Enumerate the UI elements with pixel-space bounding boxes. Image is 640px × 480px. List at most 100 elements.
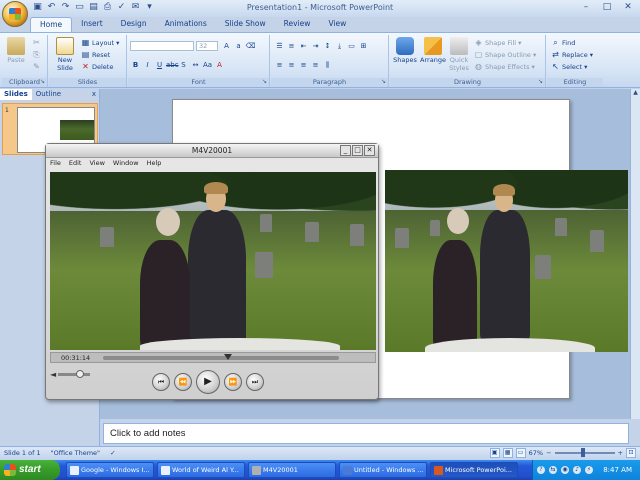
taskbar-button[interactable]: M4V20001 (248, 462, 336, 478)
slide-picture[interactable] (385, 170, 628, 352)
copy-button[interactable]: ⎘ (32, 50, 41, 59)
tab-animations[interactable]: Animations (156, 17, 216, 32)
qt-close-button[interactable]: ✕ (364, 145, 375, 156)
increase-indent-icon[interactable]: ⇥ (310, 41, 321, 51)
italic-icon[interactable]: I (142, 60, 153, 70)
shrink-font-icon[interactable]: a (233, 41, 244, 51)
qt-playhead[interactable] (224, 354, 233, 360)
select-button[interactable]: ↖ Select ▾ (551, 62, 587, 71)
replace-button[interactable]: ⇄ Replace ▾ (551, 50, 593, 59)
zoom-slider[interactable] (554, 448, 615, 457)
zoom-in-icon[interactable]: + (618, 449, 623, 457)
spelling-status-icon[interactable]: ✓ (110, 449, 115, 457)
fast-forward-button[interactable]: ⏩ (224, 373, 242, 391)
font-name-field[interactable] (130, 41, 194, 51)
dialog-launcher-icon[interactable]: ↘ (381, 78, 386, 85)
qt-timeline[interactable]: 00:31:14 (50, 352, 376, 363)
columns-icon[interactable]: ⫼ (322, 60, 333, 70)
shape-effects-button[interactable]: ◍ Shape Effects ▾ (474, 62, 535, 71)
shape-fill-button[interactable]: ◈ Shape Fill ▾ (474, 38, 521, 47)
quick-styles-button[interactable]: Quick Styles (448, 37, 470, 72)
video-frame[interactable] (50, 172, 376, 350)
taskbar-button[interactable]: World of Weird Al Y... (157, 462, 245, 478)
shadow-icon[interactable]: S (178, 60, 189, 70)
volume-knob[interactable] (76, 370, 85, 378)
font-size-field[interactable]: 32 (196, 41, 218, 51)
qt-menu-edit[interactable]: Edit (69, 158, 82, 169)
maximize-button[interactable]: □ (597, 1, 617, 14)
notes-field[interactable]: Click to add notes (103, 423, 629, 444)
qt-menu-window[interactable]: Window (113, 158, 139, 169)
dialog-launcher-icon[interactable]: ↘ (538, 78, 543, 85)
go-to-start-button[interactable]: ⏮ (152, 373, 170, 391)
shapes-button[interactable]: Shapes (393, 37, 417, 64)
rewind-button[interactable]: ⏪ (174, 373, 192, 391)
paste-button[interactable]: Paste (5, 37, 27, 64)
tab-slide-show[interactable]: Slide Show (216, 17, 275, 32)
delete-button[interactable]: ✕ Delete (81, 62, 113, 71)
slide-sorter-icon[interactable]: ▦ (502, 448, 513, 458)
zoom-out-icon[interactable]: − (546, 449, 551, 457)
zoom-knob[interactable] (580, 448, 585, 457)
align-text-icon[interactable]: ▭ (346, 41, 357, 51)
zoom-level[interactable]: 67% (529, 449, 543, 457)
tab-view[interactable]: View (319, 17, 355, 32)
taskbar-button[interactable]: Untitled - Windows ... (339, 462, 427, 478)
qt-scrub-track[interactable] (103, 354, 339, 360)
character-spacing-icon[interactable]: ↔ (190, 60, 201, 70)
bullets-icon[interactable]: ☰ (274, 41, 285, 51)
change-case-icon[interactable]: Aa (202, 60, 213, 70)
normal-view-icon[interactable]: ▣ (489, 448, 500, 458)
taskbar-button[interactable]: Google - Windows I... (66, 462, 154, 478)
qt-menu-file[interactable]: File (50, 158, 61, 169)
arrange-button[interactable]: Arrange (420, 37, 446, 64)
taskbar-button[interactable]: Microsoft PowerPoi... (430, 462, 518, 478)
justify-icon[interactable]: ≡ (310, 60, 321, 70)
vertical-scrollbar[interactable]: ▲ (630, 89, 640, 419)
line-spacing-icon[interactable]: ↕ (322, 41, 333, 51)
find-button[interactable]: ⌕ Find (551, 38, 575, 47)
decrease-indent-icon[interactable]: ⇤ (298, 41, 309, 51)
tab-home[interactable]: Home (30, 17, 73, 32)
qt-menu-view[interactable]: View (89, 158, 104, 169)
smartart-icon[interactable]: ⊞ (358, 41, 369, 51)
clear-formatting-icon[interactable]: ⌫ (245, 41, 256, 51)
tab-insert[interactable]: Insert (72, 17, 112, 32)
close-button[interactable]: ✕ (618, 1, 638, 14)
qt-minimize-button[interactable]: _ (340, 145, 351, 156)
network-icon[interactable]: ⇆ (549, 466, 557, 474)
volume-slider[interactable] (58, 370, 91, 378)
security-icon[interactable]: ◉ (561, 466, 569, 474)
close-pane-icon[interactable]: x (92, 90, 96, 98)
volume-icon[interactable]: ♪ (573, 466, 581, 474)
slide-show-icon[interactable]: ▭ (515, 448, 526, 458)
center-icon[interactable]: ≡ (286, 60, 297, 70)
align-left-icon[interactable]: ≡ (274, 60, 285, 70)
tab-outline[interactable]: Outline (32, 89, 65, 100)
grow-font-icon[interactable]: A (221, 41, 232, 51)
dialog-launcher-icon[interactable]: ↘ (40, 78, 45, 85)
strikethrough-icon[interactable]: abc (166, 60, 179, 70)
shape-outline-button[interactable]: ▢ Shape Outline ▾ (474, 50, 536, 59)
underline-icon[interactable]: U (154, 60, 165, 70)
bold-icon[interactable]: B (130, 60, 141, 70)
office-button[interactable] (2, 1, 28, 27)
cut-button[interactable]: ✂ (32, 38, 41, 47)
tab-design[interactable]: Design (112, 17, 156, 32)
qt-menu-help[interactable]: Help (147, 158, 162, 169)
scroll-up-icon[interactable]: ▲ (631, 89, 640, 99)
reset-button[interactable]: ▤ Reset (81, 50, 110, 59)
qt-maximize-button[interactable]: □ (352, 145, 363, 156)
align-right-icon[interactable]: ≡ (298, 60, 309, 70)
tab-review[interactable]: Review (275, 17, 320, 32)
text-direction-icon[interactable]: ⤓ (334, 41, 345, 51)
safely-remove-icon[interactable]: ⚡ (585, 466, 593, 474)
font-color-icon[interactable]: A (214, 60, 225, 70)
fit-to-window-icon[interactable]: ⊡ (626, 448, 636, 458)
help-icon[interactable]: ? (537, 466, 545, 474)
dialog-launcher-icon[interactable]: ↘ (262, 78, 267, 85)
new-slide-button[interactable]: New Slide (53, 37, 77, 72)
go-to-end-button[interactable]: ⏭ (246, 373, 264, 391)
numbering-icon[interactable]: ≡ (286, 41, 297, 51)
qt-title-bar[interactable]: M4V20001 _ □ ✕ (46, 144, 378, 158)
